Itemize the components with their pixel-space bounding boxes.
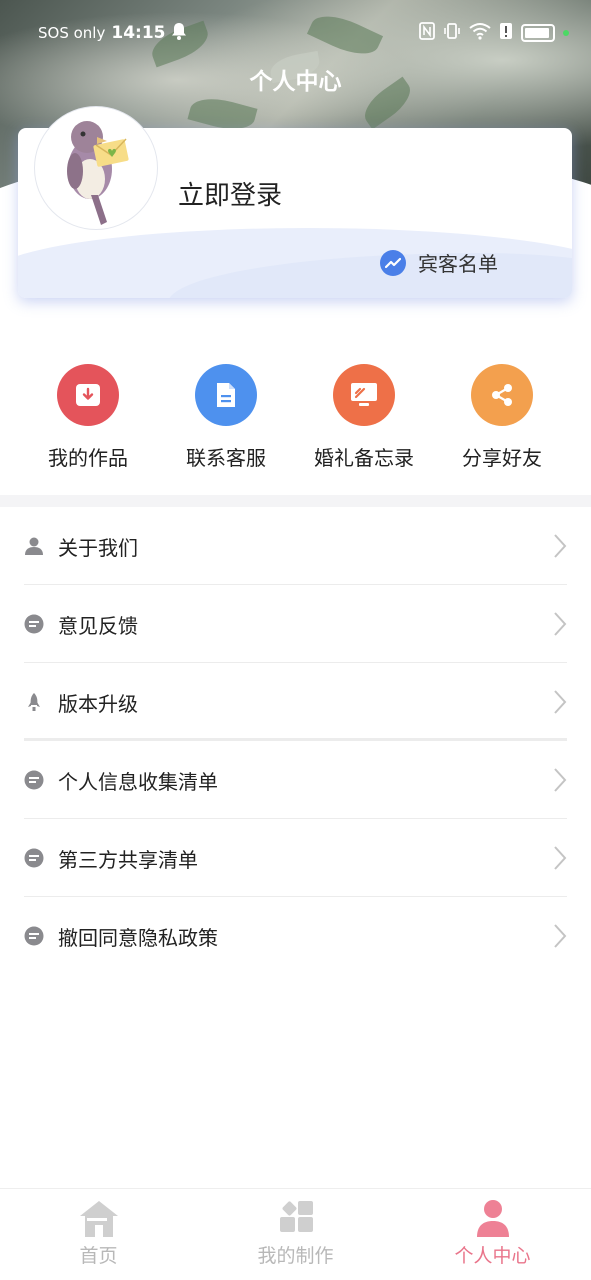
- trend-chart-icon: [380, 249, 406, 276]
- bird-avatar-icon: [67, 121, 129, 225]
- share-icon: [471, 364, 533, 426]
- carrier-text: SOS only: [38, 24, 106, 42]
- tab-label: 个人中心: [454, 1245, 531, 1267]
- chevron-right-icon: [554, 534, 567, 558]
- quick-actions: 我的作品 联系客服 婚礼备忘录 分享好友: [0, 364, 591, 484]
- chevron-right-icon: [554, 768, 567, 792]
- quick-action-label: 分享好友: [462, 446, 542, 470]
- quick-action-my-works[interactable]: 我的作品: [18, 364, 158, 471]
- user-icon: [24, 536, 44, 556]
- menu-item-label: 意见反馈: [58, 613, 138, 638]
- guest-list-label: 宾客名单: [418, 252, 498, 276]
- tab-personal-center[interactable]: 个人中心: [394, 1189, 591, 1280]
- vibrate-icon: [443, 22, 461, 44]
- quick-action-label: 我的作品: [48, 446, 128, 470]
- menu-item-label: 版本升级: [58, 691, 138, 716]
- settings-menu: 关于我们 意见反馈 版本升级 个人信息收集清单 第三方共享清单 撤回同意隐私政策: [0, 507, 591, 975]
- bottom-tab-bar: 首页 我的制作 个人中心: [0, 1188, 591, 1280]
- tab-home[interactable]: 首页: [0, 1189, 197, 1280]
- quick-action-label: 联系客服: [186, 446, 266, 470]
- bell-icon: [171, 22, 187, 44]
- menu-item-label: 撤回同意隐私政策: [58, 925, 218, 950]
- chevron-right-icon: [554, 690, 567, 714]
- person-icon: [477, 1200, 509, 1237]
- message-icon: [24, 848, 44, 868]
- guest-list-button[interactable]: 宾客名单: [380, 248, 498, 277]
- chevron-right-icon: [554, 846, 567, 870]
- nfc-icon: [419, 22, 435, 44]
- document-icon: [195, 364, 257, 426]
- tab-label: 我的制作: [257, 1245, 334, 1267]
- message-icon: [24, 614, 44, 634]
- battery-icon: [521, 24, 555, 42]
- message-icon: [24, 926, 44, 946]
- home-icon: [80, 1201, 118, 1237]
- charging-dot-icon: [563, 30, 569, 36]
- menu-item-label: 个人信息收集清单: [58, 769, 218, 794]
- menu-item-personal-info-list[interactable]: 个人信息收集清单: [0, 741, 591, 819]
- quick-action-label: 婚礼备忘录: [314, 446, 414, 470]
- menu-item-about-us[interactable]: 关于我们: [0, 507, 591, 585]
- tab-my-creations[interactable]: 我的制作: [197, 1189, 394, 1280]
- quick-action-wedding-memo[interactable]: 婚礼备忘录: [294, 364, 434, 471]
- wifi-icon: [469, 22, 491, 44]
- alert-icon: [499, 22, 513, 44]
- menu-item-feedback[interactable]: 意见反馈: [0, 585, 591, 663]
- status-bar: SOS only 14:15: [0, 0, 591, 66]
- quick-action-share[interactable]: 分享好友: [432, 364, 572, 471]
- menu-item-third-party-sharing[interactable]: 第三方共享清单: [0, 819, 591, 897]
- chevron-right-icon: [554, 924, 567, 948]
- download-box-icon: [57, 364, 119, 426]
- grid-icon: [280, 1201, 313, 1232]
- tab-label: 首页: [79, 1245, 118, 1267]
- clock: 14:15: [111, 23, 166, 43]
- quick-action-customer-service[interactable]: 联系客服: [156, 364, 296, 471]
- menu-item-version-upgrade[interactable]: 版本升级: [0, 663, 591, 741]
- login-button[interactable]: 立即登录: [178, 175, 282, 212]
- rocket-icon: [24, 692, 44, 712]
- monitor-icon: [333, 364, 395, 426]
- message-icon: [24, 770, 44, 790]
- menu-item-label: 关于我们: [58, 535, 138, 560]
- menu-item-withdraw-privacy-consent[interactable]: 撤回同意隐私政策: [0, 897, 591, 975]
- page-title: 个人中心: [249, 69, 342, 95]
- section-divider: [0, 495, 591, 507]
- menu-item-label: 第三方共享清单: [58, 847, 198, 872]
- avatar[interactable]: [34, 106, 158, 230]
- chevron-right-icon: [554, 612, 567, 636]
